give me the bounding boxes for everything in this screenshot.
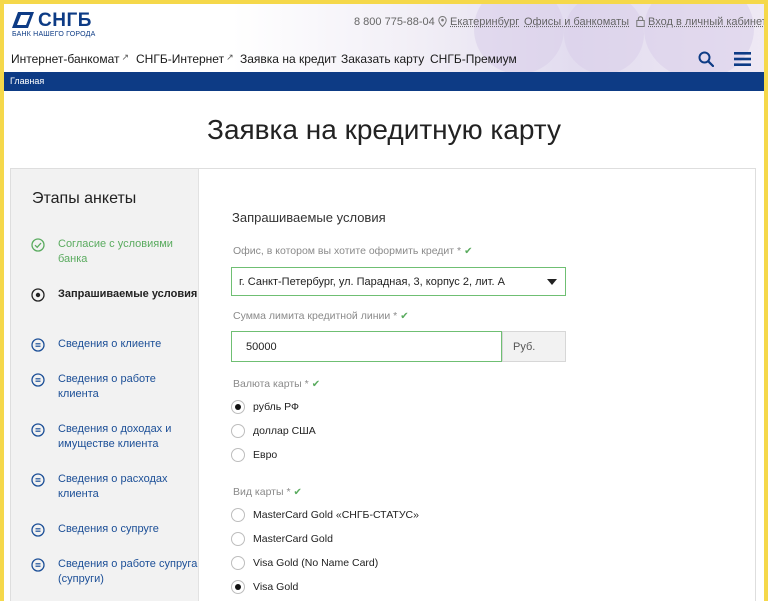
card-option-mc-gold-status[interactable]: MasterCard Gold «СНГБ-СТАТУС»	[231, 508, 531, 524]
step-current-icon	[31, 288, 45, 302]
page-frame: СНГБ БАНК НАШЕГО ГОРОДА 8 800 775-88-04 …	[4, 4, 764, 601]
card-type-label: Вид карты * ✔	[233, 486, 302, 498]
offices-link[interactable]: Офисы и банкоматы	[524, 16, 629, 28]
currency-option-rub[interactable]: рубль РФ	[231, 400, 531, 416]
nav-item-premium[interactable]: СНГБ-Премиум	[430, 52, 517, 66]
step-pending-icon	[31, 373, 45, 387]
nav-item-internet-atm[interactable]: Интернет-банкомат ↗	[11, 52, 129, 66]
limit-label: Сумма лимита кредитной линии * ✔	[233, 310, 409, 322]
step-pending-icon	[31, 423, 45, 437]
logo-mark-icon	[12, 12, 34, 28]
radio-label: MasterCard Gold	[253, 533, 333, 545]
nav-item-credit-request[interactable]: Заявка на кредит	[240, 52, 337, 66]
background-flower	[564, 4, 644, 74]
currency-option-usd[interactable]: доллар США	[231, 424, 531, 440]
office-select[interactable]: г. Санкт-Петербург, ул. Парадная, 3, кор…	[231, 267, 566, 296]
limit-amount-input[interactable]	[231, 331, 502, 362]
radio-button[interactable]	[231, 424, 245, 438]
radio-button[interactable]	[231, 448, 245, 462]
nav-item-label: СНГБ-Интернет	[136, 52, 225, 66]
radio-label: Visa Gold	[253, 581, 299, 593]
currency-unit: Руб.	[502, 331, 566, 362]
city-selector[interactable]: Екатеринбург	[438, 15, 519, 29]
external-link-icon: ↗	[226, 52, 234, 62]
valid-check-icon: ✔	[311, 379, 321, 390]
office-select-value: г. Санкт-Петербург, ул. Парадная, 3, кор…	[239, 276, 505, 288]
radio-button[interactable]	[231, 532, 245, 546]
radio-button[interactable]	[231, 580, 245, 594]
lock-icon	[636, 16, 645, 27]
radio-label: доллар США	[253, 425, 316, 437]
hamburger-menu-icon[interactable]	[734, 52, 751, 66]
step-label: Согласие с условиями банка	[58, 238, 173, 265]
valid-check-icon: ✔	[293, 487, 302, 498]
step-pending-icon	[31, 558, 45, 572]
breadcrumb-home[interactable]: Главная	[10, 76, 44, 86]
application-card: Этапы анкеты Согласие с условиями банка …	[10, 168, 756, 601]
step-pending-icon	[31, 338, 45, 352]
step-label: Запрашиваемые условия	[58, 288, 198, 300]
radio-button[interactable]	[231, 508, 245, 522]
card-type-label-text: Вид карты *	[233, 486, 291, 498]
step-label: Сведения о работе клиента	[58, 373, 156, 400]
nav-item-label: Интернет-банкомат	[11, 52, 120, 66]
valid-check-icon: ✔	[464, 246, 473, 257]
step-label: Сведения о работе супруга (супруги)	[58, 558, 198, 585]
step-pending-icon	[31, 523, 45, 537]
limit-label-text: Сумма лимита кредитной линии *	[233, 310, 398, 322]
nav-item-sngb-internet[interactable]: СНГБ-Интернет ↗	[136, 52, 234, 66]
location-pin-icon	[438, 15, 447, 28]
radio-label: MasterCard Gold «СНГБ-СТАТУС»	[253, 509, 419, 521]
steps-title: Этапы анкеты	[32, 190, 137, 207]
card-option-visa-gold-noname[interactable]: Visa Gold (No Name Card)	[231, 556, 531, 572]
step-label: Сведения о супруге	[58, 523, 159, 535]
nav-item-label: Заявка на кредит	[240, 52, 337, 66]
step-label: Сведения о клиенте	[58, 338, 162, 350]
office-label-text: Офис, в котором вы хотите оформить креди…	[233, 245, 462, 257]
phone-number[interactable]: 8 800 775-88-04	[354, 16, 435, 28]
page-title: Заявка на кредитную карту	[207, 114, 561, 145]
site-header: СНГБ БАНК НАШЕГО ГОРОДА 8 800 775-88-04 …	[4, 4, 764, 79]
radio-button[interactable]	[231, 556, 245, 570]
valid-check-icon: ✔	[400, 311, 409, 322]
currency-label: Валюта карты * ✔	[233, 378, 320, 390]
radio-label: Евро	[253, 449, 278, 461]
external-link-icon: ↗	[121, 52, 130, 62]
steps-sidebar: Этапы анкеты Согласие с условиями банка …	[11, 169, 199, 601]
radio-label: рубль РФ	[253, 401, 300, 413]
office-label: Офис, в котором вы хотите оформить креди…	[233, 245, 473, 257]
step-done-check-icon	[31, 238, 45, 252]
card-option-visa-gold[interactable]: Visa Gold	[231, 580, 531, 596]
radio-label: Visa Gold (No Name Card)	[253, 557, 379, 569]
step-pending-icon	[31, 473, 45, 487]
bank-logo[interactable]: СНГБ БАНК НАШЕГО ГОРОДА	[12, 10, 102, 40]
step-label: Сведения о расходах клиента	[58, 473, 168, 500]
currency-label-text: Валюта карты *	[233, 378, 309, 390]
city-name: Екатеринбург	[450, 16, 520, 28]
section-title: Запрашиваемые условия	[232, 210, 386, 225]
search-icon[interactable]	[698, 51, 714, 67]
radio-button[interactable]	[231, 400, 245, 414]
login-link[interactable]: Вход в личный кабинет	[636, 16, 764, 29]
nav-item-label: Заказать карту	[341, 52, 425, 66]
logo-text: СНГБ	[38, 10, 92, 31]
caret-down-icon	[547, 279, 557, 285]
nav-item-label: СНГБ-Премиум	[430, 52, 517, 66]
currency-option-eur[interactable]: Евро	[231, 448, 531, 464]
breadcrumb-bar: Главная	[4, 72, 764, 91]
login-link-label: Вход в личный кабинет	[648, 16, 764, 28]
step-label: Сведения о доходах и имуществе клиента	[58, 423, 172, 450]
nav-item-order-card[interactable]: Заказать карту	[341, 52, 424, 66]
conditions-form: Запрашиваемые условия Офис, в котором вы…	[201, 169, 751, 601]
card-option-mc-gold[interactable]: MasterCard Gold	[231, 532, 531, 548]
logo-subtitle: БАНК НАШЕГО ГОРОДА	[12, 31, 96, 38]
